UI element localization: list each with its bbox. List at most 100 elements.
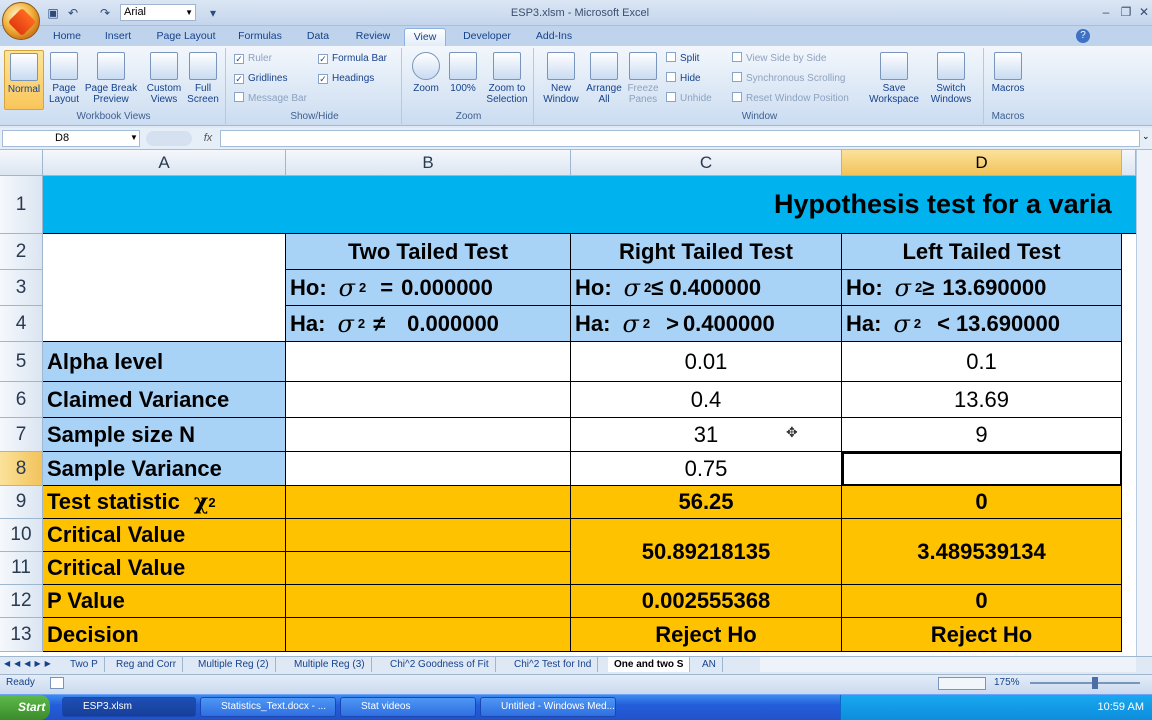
message-bar-checkbox[interactable]: Message Bar (234, 92, 307, 106)
sheet-tab-multiple-reg-2[interactable]: Multiple Reg (2) (192, 657, 276, 672)
zoom-level[interactable]: 175% (994, 677, 1020, 688)
formula-input[interactable] (220, 130, 1140, 147)
font-name-box[interactable]: Arial ▼ (120, 4, 196, 21)
ruler-checkbox[interactable]: ✓ Ruler (234, 52, 272, 66)
cell-b9[interactable] (286, 486, 571, 519)
zoom-100-button[interactable]: 100% (446, 52, 480, 110)
formula-bar-checkbox[interactable]: ✓ Formula Bar (318, 52, 387, 66)
row-header-11[interactable]: 11 (0, 552, 43, 585)
zoom-slider[interactable] (1030, 682, 1140, 684)
taskbar-item-media-player[interactable]: Untitled - Windows Med... (480, 697, 616, 717)
row-header-3[interactable]: 3 (0, 270, 43, 306)
cell-c10-c11[interactable]: 50.89218135 (571, 519, 842, 585)
freeze-panes-button[interactable]: Freeze Panes (624, 52, 662, 110)
tab-developer[interactable]: Developer (456, 28, 518, 46)
cell-d6[interactable]: 13.69 (842, 382, 1122, 418)
restore-icon[interactable]: ❐ (1116, 4, 1136, 20)
column-header-a[interactable]: A (43, 150, 286, 176)
undo-icon[interactable]: ↶ (64, 4, 82, 22)
expand-formula-bar-icon[interactable]: ⌄ (1142, 131, 1150, 142)
tab-formulas[interactable]: Formulas (232, 28, 288, 46)
cell-b6[interactable] (286, 382, 571, 418)
synchronous-scrolling-button[interactable]: Synchronous Scrolling (732, 72, 846, 86)
label-test-statistic[interactable]: Test statistic χ 2 (43, 486, 286, 519)
zoom-slider-thumb[interactable] (1092, 677, 1098, 689)
unhide-button[interactable]: Unhide (666, 92, 712, 106)
row-header-5[interactable]: 5 (0, 342, 43, 382)
view-side-by-side-button[interactable]: View Side by Side (732, 52, 826, 66)
split-button[interactable]: Split (666, 52, 699, 66)
name-box[interactable]: D8 (2, 130, 140, 147)
formula-bar-resize-handle[interactable] (146, 131, 192, 146)
label-alpha-level[interactable]: Alpha level (43, 342, 286, 382)
tab-home[interactable]: Home (46, 28, 88, 46)
ha-left-tailed[interactable]: Ha: σ 2 <13.690000 (842, 306, 1122, 342)
vertical-scrollbar[interactable] (1136, 150, 1152, 656)
sheet-tab-chi2-goodness[interactable]: Chi^2 Goodness of Fit (384, 657, 496, 672)
row-header-4[interactable]: 4 (0, 306, 43, 342)
cell-d9[interactable]: 0 (842, 486, 1122, 519)
row-header-2[interactable]: 2 (0, 234, 43, 270)
minimize-icon[interactable]: – (1096, 4, 1116, 20)
cell-b12[interactable] (286, 585, 571, 618)
help-icon[interactable]: ? (1076, 29, 1090, 43)
row-header-1[interactable]: 1 (0, 176, 43, 234)
cell-a2-a4[interactable] (43, 234, 286, 342)
header-two-tailed[interactable]: Two Tailed Test (286, 234, 571, 270)
row-header-10[interactable]: 10 (0, 519, 43, 552)
close-icon[interactable]: ✕ (1134, 4, 1152, 20)
save-icon[interactable]: ▣ (44, 4, 62, 22)
ho-two-tailed[interactable]: Ho: σ 2 = 0.000000 (286, 270, 571, 306)
row-header-7[interactable]: 7 (0, 418, 43, 452)
save-workspace-button[interactable]: Save Workspace (866, 52, 922, 110)
tab-insert[interactable]: Insert (96, 28, 140, 46)
sheet-tab-one-and-two-s[interactable]: One and two S (608, 657, 691, 672)
sheet-tab-an[interactable]: AN (696, 657, 723, 672)
ho-left-tailed[interactable]: Ho: σ 2 ≥13.690000 (842, 270, 1122, 306)
new-window-button[interactable]: New Window (538, 52, 584, 110)
label-claimed-variance[interactable]: Claimed Variance (43, 382, 286, 418)
cell-c13[interactable]: Reject Ho (571, 618, 842, 652)
macro-record-icon[interactable] (50, 677, 64, 689)
page-break-preview-button[interactable]: Page Break Preview (82, 52, 140, 110)
tab-view[interactable]: View (404, 28, 446, 46)
hide-button[interactable]: Hide (666, 72, 701, 86)
cell-c7[interactable]: 31 (571, 418, 842, 452)
row-header-8[interactable]: 8 (0, 452, 43, 486)
tab-scroll-arrows-icon[interactable]: ◀◀◀▶▶ (4, 659, 55, 668)
name-box-dropdown-icon[interactable]: ▼ (130, 133, 138, 142)
cell-c5[interactable]: 0.01 (571, 342, 842, 382)
cell-b5[interactable] (286, 342, 571, 382)
start-button[interactable]: Start (0, 695, 50, 720)
ho-right-tailed[interactable]: Ho: σ 2 ≤0.400000 (571, 270, 842, 306)
cell-c12[interactable]: 0.002555368 (571, 585, 842, 618)
sheet-tab-reg-and-corr[interactable]: Reg and Corr (110, 657, 184, 672)
taskbar-item-word[interactable]: Statistics_Text.docx - ... (200, 697, 336, 717)
redo-icon[interactable]: ↷ (96, 4, 114, 22)
label-critical-value-1[interactable]: Critical Value (43, 519, 286, 552)
cell-d7[interactable]: 9 (842, 418, 1122, 452)
view-shortcuts[interactable] (938, 677, 986, 690)
row-header-9[interactable]: 9 (0, 486, 43, 519)
cell-b10[interactable] (286, 519, 571, 552)
cell-d8-selected[interactable] (842, 452, 1122, 486)
full-screen-button[interactable]: Full Screen (184, 52, 222, 110)
column-header-e[interactable] (1122, 150, 1136, 176)
cell-c9[interactable]: 56.25 (571, 486, 842, 519)
cell-c8[interactable]: 0.75 (571, 452, 842, 486)
cell-b11[interactable] (286, 552, 571, 585)
sheet-tab-two-p[interactable]: Two P (64, 657, 105, 672)
row-header-6[interactable]: 6 (0, 382, 43, 418)
cell-c6[interactable]: 0.4 (571, 382, 842, 418)
switch-windows-button[interactable]: Switch Windows (922, 52, 980, 110)
tab-review[interactable]: Review (348, 28, 398, 46)
sheet-tab-chi2-test-ind[interactable]: Chi^2 Test for Ind (508, 657, 599, 672)
header-right-tailed[interactable]: Right Tailed Test (571, 234, 842, 270)
gridlines-checkbox[interactable]: ✓ Gridlines (234, 72, 287, 86)
cell-d12[interactable]: 0 (842, 585, 1122, 618)
label-critical-value-2[interactable]: Critical Value (43, 552, 286, 585)
ha-right-tailed[interactable]: Ha: σ 2 >0.400000 (571, 306, 842, 342)
zoom-selection-button[interactable]: Zoom to Selection (482, 52, 532, 110)
customize-qat-icon[interactable]: ▾ (204, 4, 222, 22)
cell-b7[interactable] (286, 418, 571, 452)
